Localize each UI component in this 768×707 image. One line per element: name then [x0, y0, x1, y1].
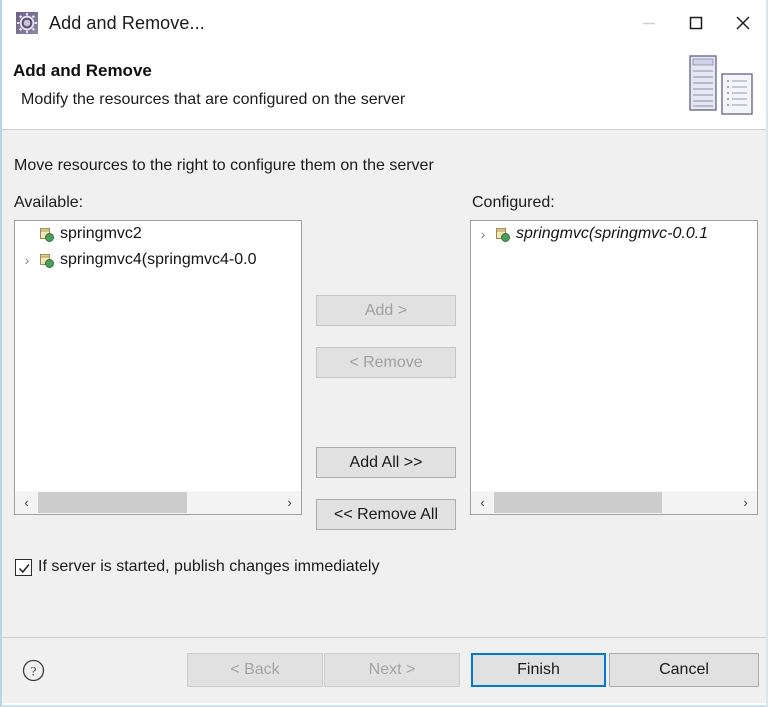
scroll-left-icon[interactable]: ‹	[471, 491, 494, 514]
window-controls	[625, 0, 766, 46]
help-icon[interactable]: ?	[22, 659, 45, 682]
page-subtitle: Modify the resources that are configured…	[21, 91, 406, 108]
list-item-label: springmvc2	[60, 225, 142, 242]
scrollbar-thumb[interactable]	[494, 492, 662, 513]
minimize-icon[interactable]	[625, 0, 672, 46]
gear-icon	[15, 11, 39, 35]
list-item[interactable]: › springmvc(springmvc-0.0.1	[471, 221, 757, 247]
finish-button[interactable]: Finish	[471, 653, 606, 687]
configured-list-items: › springmvc(springmvc-0.0.1	[471, 221, 757, 491]
web-module-icon	[493, 225, 511, 243]
checkmark-icon	[18, 563, 30, 573]
cancel-button[interactable]: Cancel	[609, 653, 759, 687]
configured-label: Configured:	[472, 194, 555, 211]
remove-all-button[interactable]: << Remove All	[316, 499, 456, 530]
available-horizontal-scrollbar[interactable]: ‹ ›	[15, 490, 301, 514]
list-item[interactable]: › springmvc2	[15, 221, 301, 247]
expand-arrow-icon[interactable]: ›	[17, 247, 37, 273]
web-module-icon	[37, 251, 55, 269]
instruction-text: Move resources to the right to configure…	[14, 157, 434, 174]
dialog-body: Move resources to the right to configure…	[2, 130, 766, 637]
maximize-icon[interactable]	[672, 0, 719, 46]
configured-list[interactable]: › springmvc(springmvc-0.0.1 ‹ ›	[470, 220, 758, 515]
web-module-icon	[37, 225, 55, 243]
server-and-document-icon	[682, 48, 760, 124]
publish-immediately-row[interactable]: If server is started, publish changes im…	[15, 558, 379, 576]
configured-horizontal-scrollbar[interactable]: ‹ ›	[471, 490, 757, 514]
svg-text:?: ?	[31, 664, 37, 679]
dialog-footer: ? < Back Next > Finish Cancel	[2, 637, 766, 703]
dialog-header: Add and Remove Modify the resources that…	[2, 46, 766, 130]
list-item-label: springmvc(springmvc-0.0.1	[516, 225, 709, 242]
close-icon[interactable]	[719, 0, 766, 46]
publish-immediately-label: If server is started, publish changes im…	[38, 558, 380, 575]
remove-button[interactable]: < Remove	[316, 347, 456, 378]
page-title: Add and Remove	[13, 61, 152, 80]
title-bar: Add and Remove...	[2, 0, 766, 46]
available-label: Available:	[14, 194, 84, 211]
add-and-remove-dialog: Add and Remove... Add and Remove Modify …	[0, 0, 768, 707]
window-title: Add and Remove...	[49, 12, 205, 33]
scroll-right-icon[interactable]: ›	[278, 491, 301, 514]
back-button[interactable]: < Back	[187, 653, 323, 687]
scroll-right-icon[interactable]: ›	[734, 491, 757, 514]
scrollbar-thumb[interactable]	[38, 492, 187, 513]
add-button[interactable]: Add >	[316, 295, 456, 326]
expand-arrow-icon[interactable]: ›	[473, 221, 493, 247]
list-item[interactable]: › springmvc4(springmvc4-0.0	[15, 247, 301, 273]
list-item-label: springmvc4(springmvc4-0.0	[60, 251, 257, 268]
available-list[interactable]: › springmvc2 ›	[14, 220, 302, 515]
next-button[interactable]: Next >	[324, 653, 460, 687]
scroll-left-icon[interactable]: ‹	[15, 491, 38, 514]
available-list-items: › springmvc2 ›	[15, 221, 301, 491]
add-all-button[interactable]: Add All >>	[316, 447, 456, 478]
scrollbar-track[interactable]	[494, 491, 734, 514]
publish-immediately-checkbox[interactable]	[15, 558, 32, 576]
scrollbar-track[interactable]	[38, 491, 278, 514]
